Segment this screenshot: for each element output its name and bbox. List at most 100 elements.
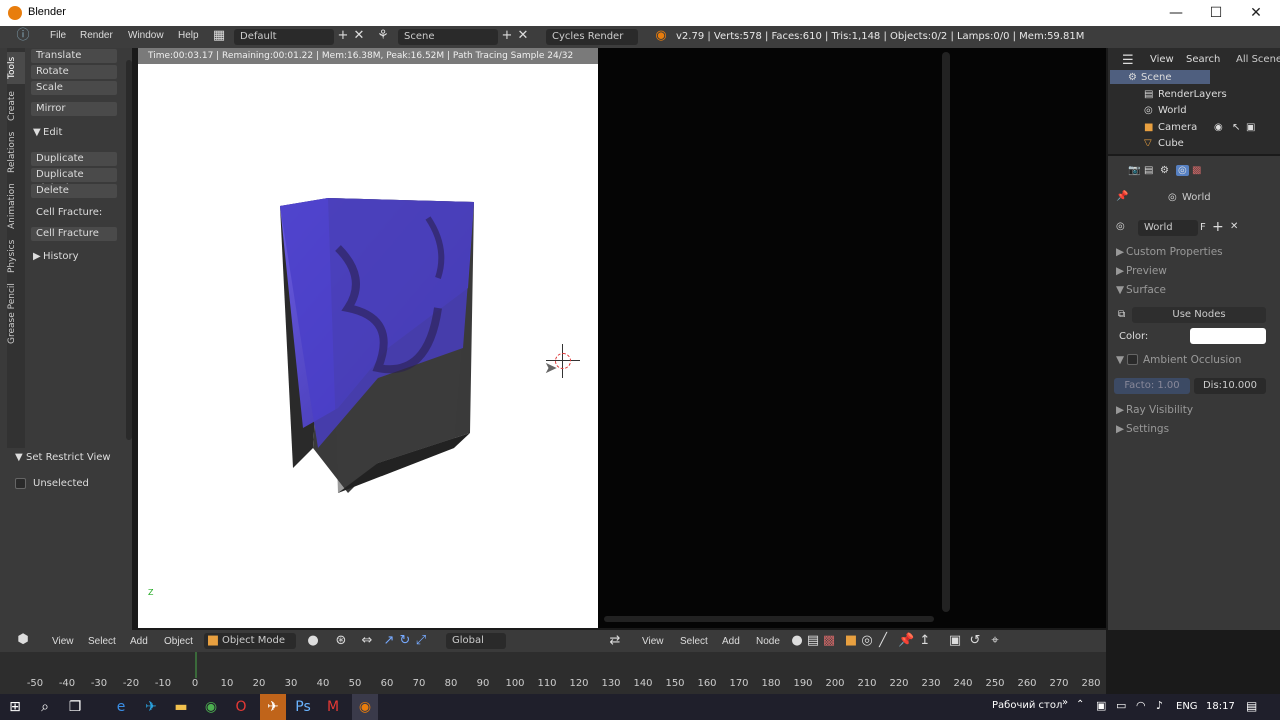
scale-manip-icon[interactable]: ⤢: [414, 634, 428, 648]
translate-button[interactable]: Translate: [31, 49, 117, 63]
shader-nodes-icon[interactable]: ●: [790, 634, 804, 648]
tray-app-icon[interactable]: ▣: [1096, 699, 1106, 712]
blender-taskbar-icon[interactable]: ◉: [352, 694, 378, 720]
cell-fracture-button[interactable]: Cell Fracture: [31, 227, 117, 241]
visibility-eye-icon[interactable]: ◉: [1214, 122, 1223, 133]
tool-shelf-scrollbar[interactable]: [126, 60, 132, 440]
snap-icon[interactable]: ⌖: [988, 634, 1002, 648]
tray-up-icon[interactable]: ⌃: [1076, 699, 1084, 710]
shading-icon[interactable]: ●: [306, 634, 320, 648]
node-editor-vscroll[interactable]: [942, 52, 950, 612]
notifications-icon[interactable]: ▤: [1246, 699, 1257, 713]
edit-panel-toggle-icon[interactable]: ▼: [33, 127, 41, 138]
delete-button[interactable]: Delete: [31, 184, 117, 198]
duplicate-linked-button[interactable]: Duplicate Linked: [31, 168, 117, 194]
parent-icon[interactable]: ↥: [918, 634, 932, 648]
outliner-item-world[interactable]: World: [1158, 105, 1187, 116]
file-explorer-icon[interactable]: ▬: [168, 694, 194, 720]
panel-toggle-icon[interactable]: ▼: [1116, 354, 1124, 366]
close-button[interactable]: ✕: [1236, 0, 1276, 26]
tab-animation[interactable]: Animation: [7, 180, 25, 232]
node-editor-type-icon[interactable]: ⇄: [608, 634, 622, 648]
pivot-icon[interactable]: ⊛: [334, 634, 348, 648]
clock[interactable]: 18:17: [1206, 701, 1235, 712]
use-nodes-button[interactable]: Use Nodes: [1132, 307, 1266, 323]
linestyle-nodes-icon[interactable]: ╱: [876, 634, 890, 648]
menu-render[interactable]: Render: [80, 30, 113, 41]
select-arrow-icon[interactable]: ↖: [1232, 122, 1240, 133]
manipulator-icon[interactable]: ⇔: [360, 634, 374, 648]
mirror-button[interactable]: Mirror: [31, 102, 117, 116]
world-tab-icon[interactable]: ◎: [1176, 165, 1189, 176]
outliner-view-menu[interactable]: View: [1150, 54, 1174, 65]
menu-window[interactable]: Window: [128, 30, 164, 41]
panel-toggle-icon[interactable]: ▶: [1116, 423, 1124, 435]
world-browse-icon[interactable]: ◎: [1116, 221, 1125, 232]
task-view-icon[interactable]: ❐: [62, 694, 88, 720]
settings-panel[interactable]: Settings: [1126, 423, 1169, 435]
backdrop-icon[interactable]: ▣: [948, 634, 962, 648]
history-panel-header[interactable]: History: [43, 251, 79, 262]
search-icon[interactable]: ⌕: [32, 694, 58, 720]
chrome-icon[interactable]: ◉: [198, 694, 224, 720]
menu-help[interactable]: Help: [178, 30, 199, 41]
outliner-display-select[interactable]: All Scenes: [1230, 52, 1280, 68]
opera-icon[interactable]: O: [228, 694, 254, 720]
panel-toggle-icon[interactable]: ▼: [1116, 284, 1124, 296]
node-menu-add[interactable]: Add: [722, 636, 740, 647]
add-world-icon[interactable]: +: [1212, 219, 1224, 235]
telegram-icon[interactable]: ✈: [138, 694, 164, 720]
node-menu-select[interactable]: Select: [680, 636, 708, 647]
add-layout-icon[interactable]: +: [336, 29, 350, 43]
scale-button[interactable]: Scale: [31, 81, 117, 95]
outliner-item-cube[interactable]: Cube: [1158, 138, 1184, 146]
unselected-checkbox[interactable]: [15, 478, 26, 489]
ambient-occlusion-checkbox[interactable]: [1127, 354, 1138, 365]
auto-render-icon[interactable]: ↺: [968, 634, 982, 648]
object-nodes-icon[interactable]: ■: [844, 634, 858, 648]
edit-panel-header[interactable]: Edit: [43, 127, 62, 138]
scene-icon[interactable]: ⚘: [376, 29, 390, 43]
fake-user-button[interactable]: F: [1200, 222, 1206, 233]
composite-nodes-icon[interactable]: ▤: [806, 634, 820, 648]
start-icon[interactable]: ⊞: [2, 694, 28, 720]
volume-icon[interactable]: ♪: [1156, 699, 1163, 712]
network-icon[interactable]: ◠: [1136, 699, 1146, 712]
world-color-swatch[interactable]: [1190, 328, 1266, 344]
preview-panel[interactable]: Preview: [1126, 265, 1167, 277]
current-frame-marker[interactable]: [195, 652, 197, 678]
node-menu-node[interactable]: Node: [756, 636, 780, 647]
screen-layout-field[interactable]: Default: [234, 29, 334, 45]
restrict-view-header[interactable]: Set Restrict View: [26, 452, 111, 463]
texture-nodes-icon[interactable]: ▩: [822, 634, 836, 648]
menu-add[interactable]: Add: [130, 636, 148, 647]
mcafee-icon[interactable]: M: [320, 694, 346, 720]
telegram-active-icon[interactable]: ✈: [260, 694, 286, 720]
scene-field[interactable]: Scene: [398, 29, 498, 45]
tab-tools[interactable]: Tools: [7, 52, 25, 84]
minimize-button[interactable]: —: [1156, 0, 1196, 26]
tab-create[interactable]: Create: [7, 88, 25, 124]
pin-icon[interactable]: 📌: [1116, 191, 1128, 202]
node-menu-view[interactable]: View: [642, 636, 664, 647]
outliner-search-menu[interactable]: Search: [1186, 54, 1220, 65]
screen-layout-icon[interactable]: ▦: [212, 29, 226, 43]
remove-scene-icon[interactable]: ✕: [516, 29, 530, 43]
surface-panel[interactable]: Surface: [1126, 284, 1166, 296]
outliner-item-renderlayers[interactable]: RenderLayers: [1158, 89, 1227, 100]
outliner-item-camera[interactable]: Camera: [1158, 122, 1197, 133]
panel-toggle-icon[interactable]: ▶: [1116, 404, 1124, 416]
unlink-world-icon[interactable]: ✕: [1230, 221, 1238, 232]
add-scene-icon[interactable]: +: [500, 29, 514, 43]
duplicate-button[interactable]: Duplicate: [31, 152, 117, 166]
orientation-select[interactable]: Global: [446, 633, 506, 649]
render-camera-icon[interactable]: ▣: [1246, 122, 1255, 133]
menu-object[interactable]: Object: [164, 636, 193, 647]
world-datablock-field[interactable]: World: [1138, 220, 1198, 236]
outliner-item-scene[interactable]: Scene: [1141, 72, 1172, 83]
edge-icon[interactable]: e: [108, 694, 134, 720]
outliner-editor-icon[interactable]: ☰: [1122, 53, 1134, 68]
editor-type-icon[interactable]: ⬢: [16, 633, 30, 647]
tab-grease-pencil[interactable]: Grease Pencil: [7, 280, 25, 348]
battery-icon[interactable]: ▭: [1116, 699, 1126, 712]
